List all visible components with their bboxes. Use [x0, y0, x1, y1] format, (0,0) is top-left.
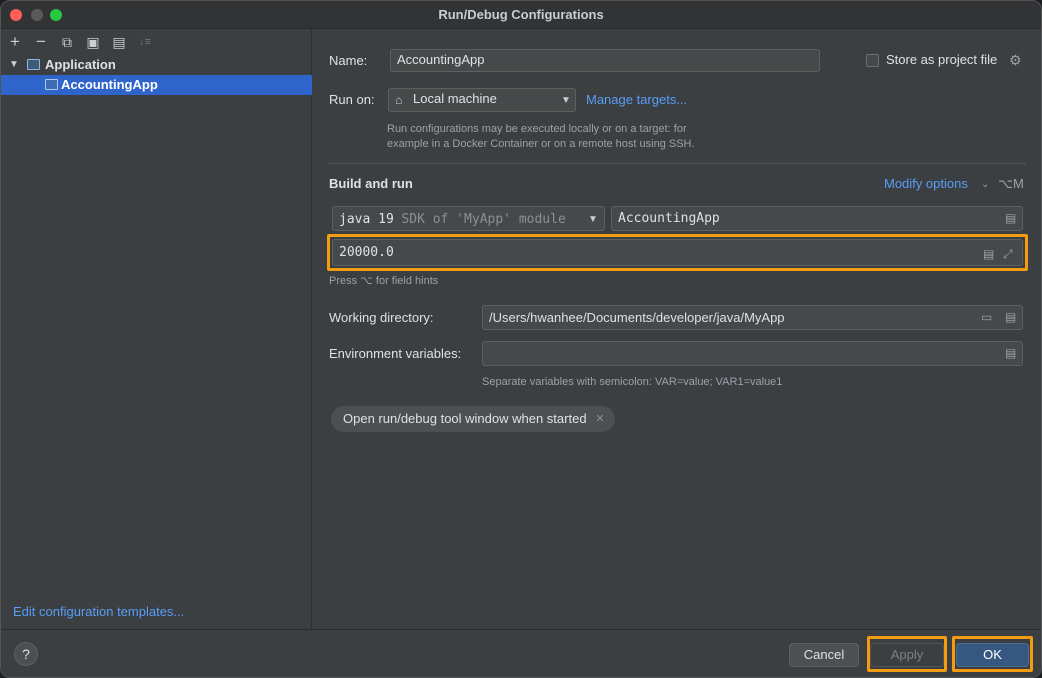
dialog-footer: ? Cancel Apply OK — [1, 629, 1041, 677]
tree-item-accountingapp[interactable]: AccountingApp — [1, 75, 312, 95]
working-directory-label: Working directory: — [329, 310, 434, 325]
run-debug-dialog: Run/Debug Configurations + − ⧉ ▣ ▤ ↓≡ ▼ … — [0, 0, 1042, 678]
jdk-detail-label: SDK of 'MyApp' module — [401, 212, 566, 227]
title-bar: Run/Debug Configurations — [1, 1, 1041, 29]
add-icon[interactable]: + — [6, 33, 24, 51]
environment-variables-input[interactable] — [482, 341, 1023, 366]
home-icon: ⌂ — [395, 93, 403, 107]
configurations-toolbar: + − ⧉ ▣ ▤ ↓≡ — [1, 30, 312, 54]
browse-icon[interactable]: ▤ — [1005, 211, 1016, 225]
jdk-select[interactable]: java 19 SDK of 'MyApp' module — [332, 206, 605, 231]
name-input[interactable]: AccountingApp — [390, 49, 820, 72]
close-icon[interactable]: ✕ — [595, 406, 604, 432]
environment-variables-label: Environment variables: — [329, 346, 462, 361]
help-button[interactable]: ? — [14, 642, 38, 666]
main-class-input[interactable]: AccountingApp — [611, 206, 1023, 231]
modify-options-shortcut: ⌥M — [998, 176, 1024, 191]
gear-icon[interactable]: ⚙ — [1009, 53, 1022, 67]
run-on-hint-line2: example in a Docker Container or on a re… — [387, 138, 695, 150]
browse-icon[interactable]: ▤ — [1005, 346, 1016, 360]
browse-icon[interactable]: ▤ — [983, 247, 994, 261]
copy-icon[interactable]: ⧉ — [58, 33, 76, 51]
new-folder-icon[interactable]: ▤ — [110, 33, 128, 51]
apply-button[interactable]: Apply — [870, 643, 944, 667]
edit-templates-link[interactable]: Edit configuration templates... — [13, 604, 184, 619]
browse-icon[interactable]: ▤ — [1005, 310, 1016, 324]
jdk-main-label: java 19 — [339, 212, 394, 227]
remove-icon[interactable]: − — [32, 33, 50, 51]
name-label: Name: — [329, 53, 368, 68]
save-icon[interactable]: ▣ — [84, 33, 102, 51]
application-config-icon — [45, 79, 58, 90]
tree-group-label: Application — [45, 57, 116, 72]
cancel-button[interactable]: Cancel — [789, 643, 859, 667]
build-and-run-heading: Build and run — [329, 176, 413, 191]
chevron-down-icon[interactable]: ⌄ — [981, 179, 989, 190]
run-on-label: Run on: — [329, 92, 375, 107]
chevron-down-icon[interactable]: ▼ — [9, 55, 19, 75]
tool-window-option-label: Open run/debug tool window when started — [343, 411, 587, 426]
expand-icon[interactable]: ⤢ — [1003, 247, 1013, 261]
application-icon — [27, 59, 40, 70]
chevron-down-icon[interactable]: ▼ — [588, 214, 598, 225]
run-on-value: Local machine — [413, 91, 497, 106]
modify-options-link[interactable]: Modify options — [884, 176, 968, 191]
chevron-down-icon[interactable]: ▼ — [561, 95, 571, 106]
field-hints-text: Press ⌥ for field hints — [329, 275, 439, 287]
run-on-hint-line1: Run configurations may be executed local… — [387, 123, 687, 135]
store-project-label[interactable]: Store as project file — [886, 52, 997, 67]
section-divider — [329, 163, 1026, 164]
configuration-form: Name: AccountingApp Store as project fil… — [313, 30, 1041, 629]
tree-group-application[interactable]: ▼ Application — [1, 55, 312, 75]
store-project-checkbox[interactable] — [866, 54, 879, 67]
environment-variables-hint: Separate variables with semicolon: VAR=v… — [482, 376, 783, 388]
program-arguments-input[interactable]: 20000.0 — [332, 239, 1023, 266]
manage-targets-link[interactable]: Manage targets... — [586, 92, 687, 107]
tool-window-option-chip[interactable]: Open run/debug tool window when started … — [331, 406, 615, 432]
sort-icon[interactable]: ↓≡ — [136, 33, 154, 51]
working-directory-input[interactable]: /Users/hwanhee/Documents/developer/java/… — [482, 305, 1023, 330]
run-on-select[interactable]: Local machine — [388, 88, 576, 112]
folder-icon[interactable]: ▭ — [981, 310, 992, 324]
ok-button[interactable]: OK — [956, 643, 1029, 667]
tree-item-label: AccountingApp — [61, 77, 158, 92]
configurations-panel: + − ⧉ ▣ ▤ ↓≡ ▼ Application AccountingApp… — [1, 30, 312, 629]
window-title: Run/Debug Configurations — [438, 7, 604, 22]
